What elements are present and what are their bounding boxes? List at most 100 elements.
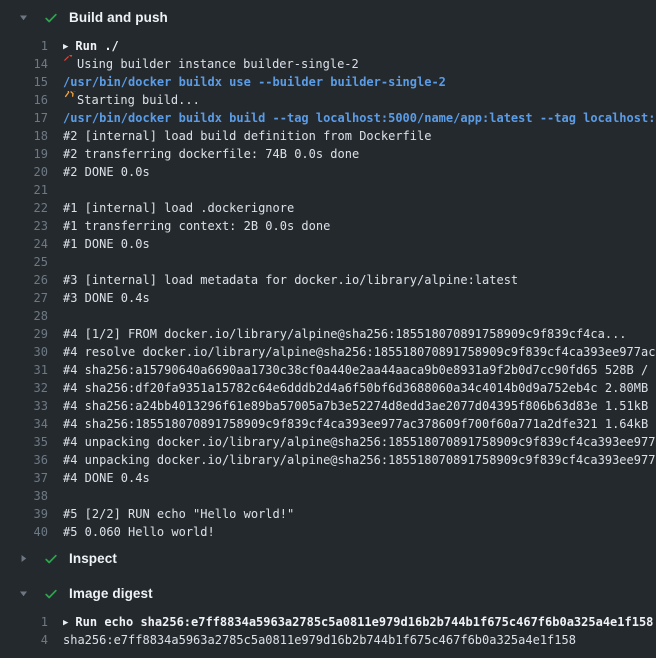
log-line[interactable]: 17 /usr/bin/docker buildx build --tag lo… [0, 109, 656, 127]
line-text: #5 [2/2] RUN echo "Hello world!" [63, 505, 294, 523]
log-line[interactable]: 18 #2 [internal] load build definition f… [0, 127, 656, 145]
line-text: #5 0.060 Hello world! [63, 523, 215, 541]
log-line[interactable]: 30 #4 resolve docker.io/library/alpine@s… [0, 343, 656, 361]
log-line[interactable]: 19 #2 transferring dockerfile: 74B 0.0s … [0, 145, 656, 163]
line-number[interactable]: 17 [0, 109, 48, 127]
line-text: /usr/bin/docker buildx use --builder bui… [63, 73, 446, 91]
log-line[interactable]: 39 #5 [2/2] RUN echo "Hello world!" [0, 505, 656, 523]
log-line[interactable]: 1 ▶Run echo sha256:e7ff8834a5963a2785c5a… [0, 613, 656, 631]
log-line[interactable]: 37 #4 DONE 0.4s [0, 469, 656, 487]
line-number[interactable]: 32 [0, 379, 48, 397]
section-header[interactable]: Build and push [0, 0, 656, 35]
runner-icon [63, 91, 77, 109]
line-number[interactable]: 22 [0, 199, 48, 217]
play-icon[interactable]: ▶ [63, 37, 75, 55]
line-number[interactable]: 19 [0, 145, 48, 163]
line-number[interactable]: 21 [0, 181, 48, 199]
line-number[interactable]: 16 [0, 91, 48, 109]
line-text: #4 sha256:df20fa9351a15782c64e6dddb2d4a6… [63, 379, 656, 397]
line-text: ▶Run ./ [63, 37, 119, 55]
log-line[interactable]: 20 #2 DONE 0.0s [0, 163, 656, 181]
line-number[interactable]: 38 [0, 487, 48, 505]
line-text: #1 transferring context: 2B 0.0s done [63, 217, 330, 235]
log-line[interactable]: 28 [0, 307, 656, 325]
line-number[interactable]: 30 [0, 343, 48, 361]
line-text: Using builder instance builder-single-2 [63, 55, 359, 73]
line-number[interactable]: 23 [0, 217, 48, 235]
line-number[interactable]: 29 [0, 325, 48, 343]
check-icon [44, 11, 58, 25]
line-number[interactable]: 25 [0, 253, 48, 271]
chevron-down-icon[interactable] [18, 12, 29, 23]
line-text: #4 [1/2] FROM docker.io/library/alpine@s… [63, 325, 627, 343]
check-icon [44, 587, 58, 601]
log-line[interactable]: 27 #3 DONE 0.4s [0, 289, 656, 307]
line-text: #3 [internal] load metadata for docker.i… [63, 271, 518, 289]
log-line[interactable]: 16 Starting build... [0, 91, 656, 109]
line-number[interactable]: 33 [0, 397, 48, 415]
line-number[interactable]: 20 [0, 163, 48, 181]
line-number[interactable]: 37 [0, 469, 48, 487]
log-line[interactable]: 33 #4 sha256:a24bb4013296f61e89ba57005a7… [0, 397, 656, 415]
play-icon[interactable]: ▶ [63, 613, 75, 631]
line-number[interactable]: 31 [0, 361, 48, 379]
section-title: Inspect [69, 551, 117, 566]
log-line[interactable]: 38 [0, 487, 656, 505]
line-number[interactable]: 40 [0, 523, 48, 541]
section-title: Build and push [69, 10, 168, 25]
chevron-right-icon[interactable] [18, 553, 29, 564]
log-line[interactable]: 26 #3 [internal] load metadata for docke… [0, 271, 656, 289]
line-text: #1 [internal] load .dockerignore [63, 199, 294, 217]
line-number[interactable]: 39 [0, 505, 48, 523]
log-line[interactable]: 35 #4 unpacking docker.io/library/alpine… [0, 433, 656, 451]
section-header[interactable]: Image digest [0, 576, 656, 611]
log-line[interactable]: 1 ▶Run ./ [0, 37, 656, 55]
log-line[interactable]: 31 #4 sha256:a15790640a6690aa1730c38cf0a… [0, 361, 656, 379]
line-text: #4 sha256:a15790640a6690aa1730c38cf0a440… [63, 361, 656, 379]
line-number[interactable]: 35 [0, 433, 48, 451]
log-line[interactable]: 22 #1 [internal] load .dockerignore [0, 199, 656, 217]
log-line[interactable]: 32 #4 sha256:df20fa9351a15782c64e6dddb2d… [0, 379, 656, 397]
log-line[interactable]: 23 #1 transferring context: 2B 0.0s done [0, 217, 656, 235]
line-text: ▶Run echo sha256:e7ff8834a5963a2785c5a08… [63, 613, 653, 631]
log-line[interactable]: 36 #4 unpacking docker.io/library/alpine… [0, 451, 656, 469]
log-line[interactable]: 4 sha256:e7ff8834a5963a2785c5a0811e979d1… [0, 631, 656, 649]
line-number[interactable]: 28 [0, 307, 48, 325]
log-line[interactable]: 25 [0, 253, 656, 271]
log-line[interactable]: 40 #5 0.060 Hello world! [0, 523, 656, 541]
line-number[interactable]: 4 [0, 631, 48, 649]
line-text: #2 transferring dockerfile: 74B 0.0s don… [63, 145, 359, 163]
pushpin-icon [63, 55, 77, 73]
line-number[interactable]: 36 [0, 451, 48, 469]
line-text: #1 DONE 0.0s [63, 235, 150, 253]
log-line[interactable]: 34 #4 sha256:185518070891758909c9f839cf4… [0, 415, 656, 433]
line-number[interactable]: 24 [0, 235, 48, 253]
line-number[interactable]: 1 [0, 613, 48, 631]
check-icon [44, 552, 58, 566]
line-text: /usr/bin/docker buildx build --tag local… [63, 109, 656, 127]
chevron-down-icon[interactable] [18, 588, 29, 599]
log-line[interactable]: 24 #1 DONE 0.0s [0, 235, 656, 253]
log-line[interactable]: 29 #4 [1/2] FROM docker.io/library/alpin… [0, 325, 656, 343]
line-text: Starting build... [63, 91, 200, 109]
line-number[interactable]: 1 [0, 37, 48, 55]
line-text: sha256:e7ff8834a5963a2785c5a0811e979d16b… [63, 631, 576, 649]
line-number[interactable]: 15 [0, 73, 48, 91]
line-text: #4 sha256:a24bb4013296f61e89ba57005a7b3e… [63, 397, 656, 415]
section-header[interactable]: Inspect [0, 541, 656, 576]
line-number[interactable]: 14 [0, 55, 48, 73]
log-section: Image digest 1 ▶Run echo sha256:e7ff8834… [0, 576, 656, 649]
line-number[interactable]: 18 [0, 127, 48, 145]
section-title: Image digest [69, 586, 153, 601]
log-line[interactable]: 21 [0, 181, 656, 199]
line-text: #4 resolve docker.io/library/alpine@sha2… [63, 343, 656, 361]
line-number[interactable]: 34 [0, 415, 48, 433]
line-text: #4 unpacking docker.io/library/alpine@sh… [63, 433, 656, 451]
log-line[interactable]: 15 /usr/bin/docker buildx use --builder … [0, 73, 656, 91]
line-text: #2 [internal] load build definition from… [63, 127, 431, 145]
line-text: #4 sha256:185518070891758909c9f839cf4ca3… [63, 415, 656, 433]
log-line[interactable]: 14 Using builder instance builder-single… [0, 55, 656, 73]
line-number[interactable]: 27 [0, 289, 48, 307]
line-number[interactable]: 26 [0, 271, 48, 289]
line-text: #3 DONE 0.4s [63, 289, 150, 307]
